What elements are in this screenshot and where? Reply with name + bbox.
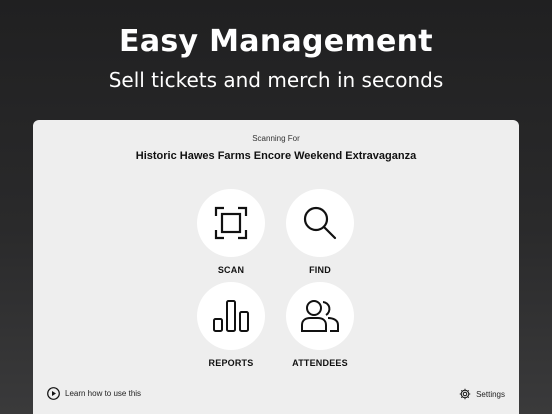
app-panel: Scanning For Historic Hawes Farms Encore… (33, 120, 519, 414)
magnifier-icon (303, 206, 337, 240)
people-icon (301, 300, 339, 332)
scanning-for-label: Scanning For (252, 134, 300, 143)
play-circle-icon (47, 387, 60, 400)
reports-circle[interactable] (197, 282, 265, 350)
find-circle[interactable] (286, 189, 354, 257)
scan-circle[interactable] (197, 189, 265, 257)
settings-label: Settings (476, 389, 505, 399)
hero-subtitle: Sell tickets and merch in seconds (108, 68, 444, 92)
attendees-button[interactable]: ATTENDEES (285, 282, 355, 368)
learn-how-link[interactable]: Learn how to use this (47, 387, 141, 400)
find-button[interactable]: FIND (285, 189, 355, 275)
gear-icon (459, 388, 471, 400)
scan-label: SCAN (217, 265, 245, 275)
reports-label: REPORTS (208, 358, 254, 368)
bar-chart-icon (213, 300, 249, 332)
scan-button[interactable]: SCAN (196, 189, 266, 275)
learn-how-label: Learn how to use this (65, 389, 142, 398)
find-label: FIND (309, 265, 331, 275)
reports-button[interactable]: REPORTS (196, 282, 266, 368)
settings-button[interactable]: Settings (459, 388, 505, 400)
attendees-circle[interactable] (286, 282, 354, 350)
hero-title: Easy Management (119, 24, 433, 59)
event-name: Historic Hawes Farms Encore Weekend Extr… (135, 150, 417, 162)
attendees-label: ATTENDEES (292, 358, 348, 368)
scan-frame-icon (214, 206, 248, 240)
